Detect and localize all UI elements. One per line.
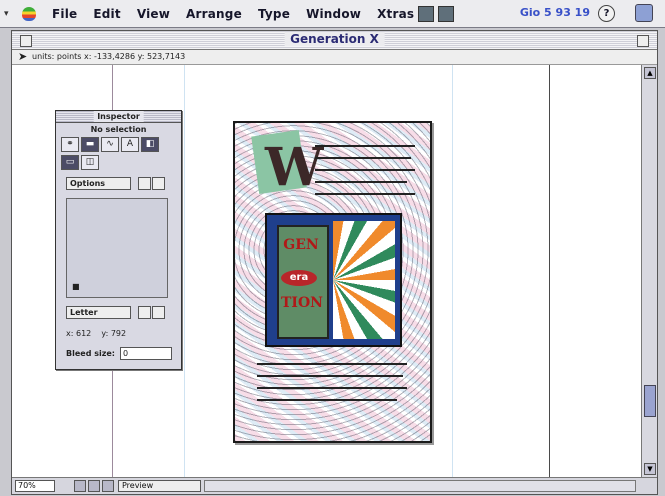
- selection-status: No selection: [90, 125, 147, 134]
- text-line: [315, 169, 415, 171]
- gen-text: GEN: [283, 237, 319, 253]
- text-line: [257, 387, 407, 389]
- info-bar: ➤ units: points x: -133,4286 y: 523,7143: [12, 50, 657, 65]
- inspector-titlebar[interactable]: Inspector: [56, 111, 181, 123]
- page-next-icon[interactable]: [102, 480, 114, 492]
- options-select[interactable]: Options: [66, 177, 131, 190]
- text-line: [257, 363, 407, 365]
- generation-panel: GEN era TION: [265, 213, 402, 347]
- menu-xtras[interactable]: Xtras: [377, 7, 414, 21]
- tab-page-icon[interactable]: ◫: [81, 155, 99, 170]
- dartboard-graphic: [333, 221, 395, 339]
- menu-window[interactable]: Window: [306, 7, 361, 21]
- menu-bar: ▾ File Edit View Arrange Type Window Xtr…: [0, 0, 665, 28]
- text-line: [257, 375, 403, 377]
- portrait-icon[interactable]: [138, 306, 151, 319]
- page-prev-icon[interactable]: [88, 480, 100, 492]
- inspector-tabs: ⚭ ▬ ∿ A ◧: [61, 137, 181, 152]
- application-menu-icon[interactable]: [635, 4, 653, 22]
- bleed-size-input[interactable]: 0: [120, 347, 172, 360]
- landscape-icon[interactable]: [152, 306, 165, 319]
- window-title: Generation X: [284, 32, 385, 46]
- apple-menu-icon[interactable]: [22, 6, 36, 21]
- tab-pages-icon[interactable]: ▭: [61, 155, 79, 170]
- era-text: era: [281, 270, 317, 286]
- tab-stroke-icon[interactable]: ∿: [101, 137, 119, 152]
- page-height: y: 792: [101, 329, 127, 338]
- tab-text-icon[interactable]: A: [121, 137, 139, 152]
- scroll-up-arrow-icon[interactable]: ▲: [644, 67, 656, 79]
- guide-line[interactable]: [549, 65, 550, 477]
- tab-fill-icon[interactable]: ▬: [81, 137, 99, 152]
- inspector-palette: Inspector No selection ⚭ ▬ ∿ A ◧ ▭ ◫ Opt…: [55, 110, 182, 370]
- zoom-box-icon[interactable]: [637, 35, 649, 47]
- text-line: [257, 399, 397, 401]
- help-icon[interactable]: ?: [598, 5, 615, 22]
- page-width: x: 612: [66, 329, 92, 338]
- page-size-select[interactable]: Letter: [66, 306, 131, 319]
- menu-edit[interactable]: Edit: [93, 7, 120, 21]
- tab-document-icon[interactable]: ◧: [141, 137, 159, 152]
- vertical-scrollbar[interactable]: ▲ ▼: [641, 65, 657, 477]
- zoom-menu-icon[interactable]: [74, 480, 86, 492]
- window-titlebar[interactable]: Generation X: [12, 31, 657, 50]
- text-line: [315, 193, 415, 195]
- status-bar: 70% Preview: [12, 477, 657, 494]
- page-dimensions: x: 612 y: 792: [66, 329, 126, 338]
- text-line: [315, 181, 407, 183]
- inspector-title: Inspector: [93, 111, 144, 122]
- guide-line[interactable]: [184, 65, 185, 477]
- xtras-tool-icon-2[interactable]: [438, 5, 455, 22]
- scroll-down-arrow-icon[interactable]: ▼: [644, 463, 656, 475]
- inspector-subtabs: ▭ ◫: [61, 155, 181, 170]
- bleed-label: Bleed size:: [66, 349, 115, 358]
- layout-icon[interactable]: [138, 177, 151, 190]
- text-line: [315, 145, 415, 147]
- menu-type[interactable]: Type: [258, 7, 290, 21]
- guide-line[interactable]: [452, 65, 453, 477]
- close-box-icon[interactable]: [20, 35, 32, 47]
- menu-arrange[interactable]: Arrange: [186, 7, 242, 21]
- view-mode-select[interactable]: Preview: [118, 480, 201, 492]
- artwork-page[interactable]: W GEN era TION: [233, 121, 432, 443]
- zoom-field[interactable]: 70%: [15, 480, 55, 492]
- text-line: [315, 157, 411, 159]
- pointer-icon: ➤: [18, 50, 28, 63]
- menubar-clock: Gio 5 93 19: [519, 6, 590, 19]
- page-thumbnail-list[interactable]: ■: [66, 198, 168, 298]
- menu-view[interactable]: View: [137, 7, 170, 21]
- horizontal-scrollbar[interactable]: [204, 480, 636, 492]
- layout-icon-2[interactable]: [152, 177, 165, 190]
- xtras-tool-icon[interactable]: [418, 5, 435, 22]
- page-marker[interactable]: ■: [72, 282, 80, 291]
- tion-text: TION: [281, 295, 323, 311]
- scroll-thumb[interactable]: [644, 385, 656, 417]
- tab-object-icon[interactable]: ⚭: [61, 137, 79, 152]
- menu-arrow-icon[interactable]: ▾: [4, 9, 9, 19]
- menu-file[interactable]: File: [52, 7, 77, 21]
- units-readout: units: points x: -133,4286 y: 523,7143: [32, 52, 186, 61]
